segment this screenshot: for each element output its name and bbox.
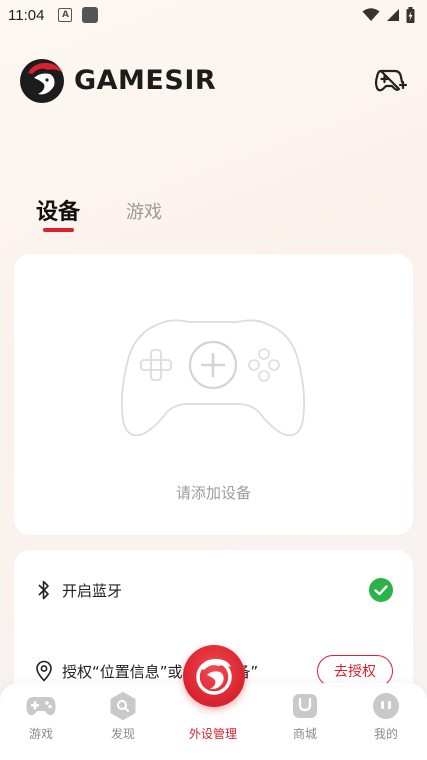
gamepad-plus-icon	[374, 69, 407, 92]
location-pin-icon	[34, 660, 54, 682]
top-tabs: 设备 游戏	[36, 194, 162, 232]
nav-label-device-manager: 外设管理	[188, 727, 237, 741]
app-header: GAMESIR	[18, 52, 409, 108]
notification-a-icon: A	[58, 8, 73, 22]
nav-label-shop: 商城	[292, 727, 317, 741]
nav-label-profile: 我的	[373, 727, 398, 741]
wifi-icon	[362, 8, 380, 21]
bluetooth-label: 开启蓝牙	[62, 581, 123, 600]
profile-icon	[371, 691, 401, 721]
gamesir-logo-icon	[196, 658, 232, 695]
tab-devices-label: 设备	[36, 200, 81, 225]
nav-item-profile[interactable]: 我的	[346, 691, 426, 742]
device-card[interactable]: 请添加设备	[14, 254, 413, 535]
battery-icon	[406, 7, 415, 23]
status-indicators	[362, 7, 415, 23]
nav-label-discover: 发现	[110, 727, 135, 741]
device-manager-center-button[interactable]	[183, 645, 245, 707]
add-device-placeholder: 请添加设备	[175, 484, 251, 502]
notification-square-icon	[82, 7, 99, 23]
tab-devices[interactable]: 设备	[36, 194, 81, 232]
tab-games-label: 游戏	[126, 202, 163, 223]
controller-add-icon	[120, 319, 306, 437]
bluetooth-row[interactable]: 开启蓝牙	[34, 576, 393, 604]
shop-icon	[290, 691, 320, 721]
status-bar: 11:04 A	[0, 0, 427, 30]
active-tab-indicator	[43, 228, 74, 232]
nav-item-shop[interactable]: 商城	[265, 691, 345, 742]
gamepad-icon	[26, 691, 56, 721]
gamesir-logo-icon	[20, 59, 64, 103]
brand-name: GAMESIR	[74, 64, 217, 96]
add-game-button[interactable]	[371, 61, 409, 99]
discover-icon	[108, 691, 138, 721]
tab-games[interactable]: 游戏	[126, 198, 162, 224]
status-time: 11:04	[8, 6, 45, 24]
check-circle-icon	[369, 578, 393, 602]
nav-item-games[interactable]: 游戏	[1, 691, 81, 742]
nav-item-discover[interactable]: 发现	[83, 691, 163, 742]
bluetooth-icon	[34, 579, 54, 601]
signal-icon	[387, 9, 399, 21]
nav-label-games: 游戏	[28, 727, 53, 741]
